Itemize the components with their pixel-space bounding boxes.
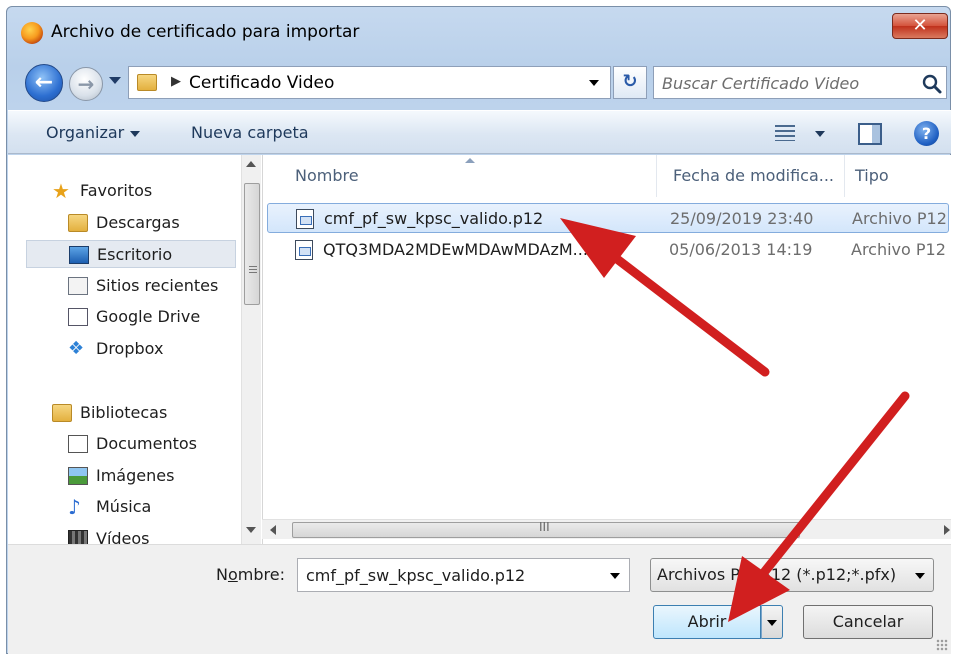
organize-button[interactable]: Organizar (46, 123, 141, 142)
nav-item-label: Bibliotecas (80, 403, 168, 422)
file-type: Archivo P12 (852, 209, 947, 228)
nav-item-label: Dropbox (96, 339, 164, 358)
file-name: cmf_pf_sw_kpsc_valido.p12 (324, 209, 544, 228)
resize-grip[interactable] (936, 639, 948, 651)
file-date: 25/09/2019 23:40 (670, 209, 814, 228)
chevron-down-icon (815, 131, 825, 137)
scrollbar-thumb[interactable] (244, 183, 260, 305)
certificate-file-icon (296, 209, 314, 229)
scroll-right-arrow-icon[interactable] (944, 525, 950, 535)
file-row[interactable]: QTQ3MDA2MDEwMDAwMDAzM... 05/06/2013 14:1… (267, 235, 949, 265)
file-type: Archivo P12 (851, 240, 946, 259)
window-title: Archivo de certificado para importar (51, 22, 360, 42)
nav-item-label: Favoritos (80, 181, 153, 200)
chevron-down-icon (130, 130, 141, 137)
nav-item-label: Vídeos (96, 529, 150, 544)
star-icon: ★ (52, 179, 70, 203)
details-view-icon (775, 125, 795, 141)
recent-places-icon (68, 277, 88, 295)
file-type-filter-select[interactable]: Archivos PKCS12 (*.p12;*.pfx) (650, 558, 934, 592)
file-name-combobox[interactable] (297, 558, 630, 592)
column-header-type[interactable]: Tipo (847, 155, 951, 197)
file-row-selected[interactable]: cmf_pf_sw_kpsc_valido.p12 25/09/2019 23:… (267, 203, 949, 233)
close-button[interactable]: ✕ (892, 13, 948, 39)
desktop-icon (69, 246, 89, 264)
label-accesskey: o (227, 565, 238, 584)
breadcrumb-current-folder[interactable]: Certificado Video (189, 73, 334, 93)
file-name-input[interactable] (304, 564, 594, 586)
command-toolbar: Organizar Nueva carpeta ? (8, 110, 951, 154)
label-part: N (216, 565, 228, 584)
scrollbar-grip: III (539, 520, 550, 534)
scroll-up-arrow-icon[interactable] (246, 161, 256, 167)
help-icon[interactable]: ? (914, 121, 939, 146)
search-icon[interactable] (920, 72, 944, 96)
column-header-date[interactable]: Fecha de modifica... (665, 155, 845, 197)
nav-item-label: Documentos (96, 434, 198, 453)
file-list: Nombre Fecha de modifica... Tipo cmf_pf_… (262, 155, 951, 544)
file-open-dialog: Archivo de certificado para importar ✕ ←… (6, 6, 951, 654)
address-bar[interactable]: ▶ Certificado Video (128, 66, 611, 99)
search-box[interactable] (653, 66, 947, 99)
new-folder-button[interactable]: Nueva carpeta (191, 123, 309, 142)
preview-pane-icon[interactable] (858, 123, 882, 145)
pictures-icon (68, 467, 88, 485)
scroll-left-arrow-icon[interactable] (270, 525, 276, 535)
firefox-icon (21, 22, 43, 44)
cancel-button[interactable]: Cancelar (803, 605, 933, 639)
folder-icon (137, 74, 157, 91)
chevron-down-icon[interactable] (610, 573, 620, 579)
certificate-file-icon (295, 240, 313, 260)
label-part: mbre: (237, 565, 285, 584)
google-drive-icon (68, 308, 88, 326)
videos-icon (68, 530, 88, 544)
nav-item-escritorio[interactable]: Escritorio (26, 240, 236, 268)
nav-item-label: Escritorio (97, 245, 173, 264)
music-icon: ♪ (68, 495, 81, 519)
documents-icon (68, 435, 88, 453)
dialog-footer: Nombre: Archivos PKCS12 (*.p12;*.pfx) Ab… (8, 544, 951, 654)
nav-item-label: Imágenes (96, 466, 175, 485)
forward-button[interactable]: → (69, 67, 103, 101)
back-button[interactable]: ← (25, 64, 63, 102)
file-name: QTQ3MDA2MDEwMDAwMDAzM... (323, 240, 588, 259)
recent-pages-chevron-down-icon[interactable] (109, 77, 121, 84)
scroll-down-arrow-icon[interactable] (246, 527, 256, 533)
grip-icon (249, 266, 257, 275)
refresh-button[interactable]: ↻ (613, 66, 647, 99)
nav-item-label: Descargas (96, 213, 180, 232)
browser-content: ★ Favoritos Descargas Escritorio Sitios … (8, 155, 951, 544)
sort-ascending-icon (465, 158, 475, 163)
dropbox-icon: ❖ (68, 338, 85, 359)
nav-item-label: Sitios recientes (96, 276, 219, 295)
navigation-pane: ★ Favoritos Descargas Escritorio Sitios … (8, 155, 239, 544)
address-dropdown-chevron-down-icon[interactable] (589, 80, 599, 86)
libraries-icon (52, 404, 72, 422)
search-input[interactable] (660, 71, 910, 95)
downloads-folder-icon (68, 214, 88, 232)
title-bar: Archivo de certificado para importar ✕ (7, 7, 950, 57)
nav-pane-scrollbar[interactable] (241, 155, 261, 544)
nav-item-label: Google Drive (96, 307, 201, 326)
open-button[interactable]: Abrir (653, 605, 761, 639)
change-view-button[interactable] (773, 123, 833, 145)
organize-label: Organizar (46, 123, 125, 142)
file-name-label: Nombre: (216, 565, 285, 584)
horizontal-scrollbar[interactable]: III (262, 519, 951, 539)
scrollbar-thumb[interactable]: III (292, 520, 800, 538)
file-type-filter-value: Archivos PKCS12 (*.p12;*.pfx) (657, 565, 897, 584)
file-date: 05/06/2013 14:19 (669, 240, 813, 259)
navigation-bar: ← → ▶ Certificado Video ↻ (7, 63, 950, 103)
open-options-dropdown-button[interactable] (761, 605, 783, 639)
chevron-down-icon (915, 573, 925, 579)
breadcrumb-chevron-right-icon[interactable]: ▶ (171, 74, 181, 89)
nav-item-label: Música (96, 497, 152, 516)
